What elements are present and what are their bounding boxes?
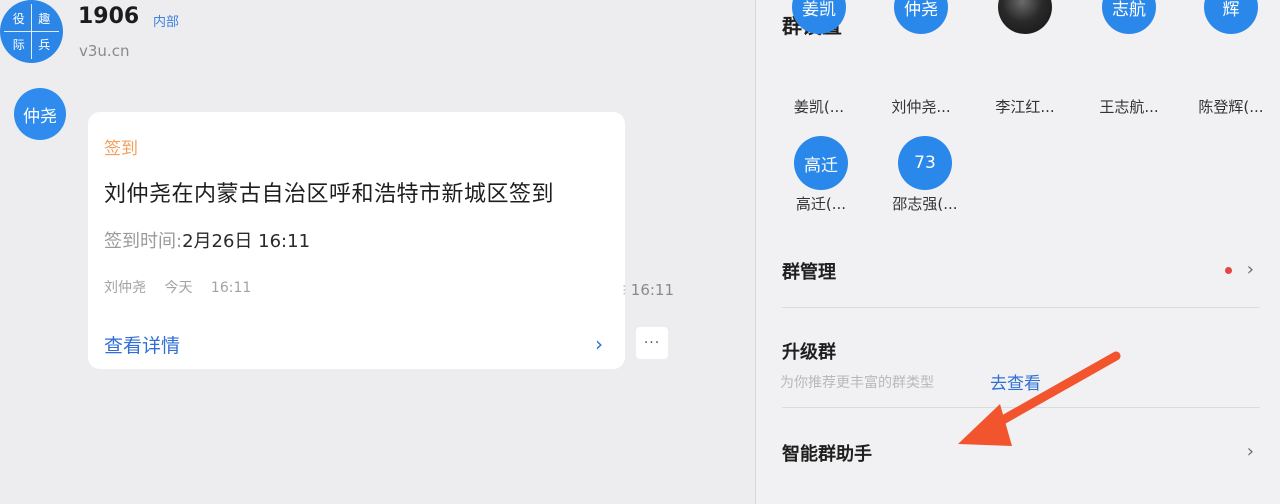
card-meta-day: 今天	[164, 280, 193, 296]
sender-avatar[interactable]: 仲尧	[14, 88, 66, 140]
read-indicator-icon: ⁝	[622, 281, 627, 299]
member-item[interactable]: 志航 王志航...	[1086, 0, 1170, 116]
chat-area: 役 趣 际 兵 1906 内部 v3u.cn 仲尧 签到 刘仲尧在内蒙古自治区呼…	[0, 0, 755, 504]
group-avatar-char: 兵	[38, 37, 51, 52]
checkin-time-value: 2月26日 16:11	[182, 231, 311, 252]
member-name: 邵志强(...	[892, 195, 958, 213]
card-tag: 签到	[104, 139, 138, 159]
member-avatar: 高迁	[794, 136, 848, 190]
card-meta-time: 16:11	[210, 280, 252, 296]
group-avatar-char: 际	[12, 37, 25, 52]
group-management-row[interactable]: 群管理 ›	[782, 258, 1260, 308]
member-name: 李江红...	[995, 98, 1055, 116]
member-item[interactable]: 高迁 高迁(...	[778, 0, 862, 213]
upgrade-group-row[interactable]: 升级群 为你推荐更丰富的群类型 去查看	[780, 338, 1260, 408]
member-avatar: 志航	[1102, 0, 1156, 34]
notification-dot-icon	[1225, 267, 1232, 274]
chevron-right-icon: ›	[1246, 441, 1254, 462]
smart-assistant-label: 智能群助手	[782, 444, 872, 465]
message-time: ⁝ 16:11	[622, 281, 674, 299]
view-details-link[interactable]: 查看详情	[104, 331, 180, 358]
member-item[interactable]: 73 邵志强(...	[882, 0, 966, 213]
chevron-right-icon: ›	[1246, 259, 1254, 280]
checkin-card[interactable]: 签到 刘仲尧在内蒙古自治区呼和浩特市新城区签到 签到时间:2月26日 16:11…	[88, 112, 625, 369]
checkin-time-label: 签到时间:	[104, 231, 183, 252]
group-management-label: 群管理	[782, 262, 836, 283]
member-avatar: 辉	[1204, 0, 1258, 34]
more-options-button[interactable]: ···	[636, 327, 668, 359]
member-item[interactable]: 李江红...	[982, 0, 1066, 116]
member-name: 王志航...	[1099, 98, 1159, 116]
card-title: 刘仲尧在内蒙古自治区呼和浩特市新城区签到	[104, 182, 555, 207]
upgrade-group-description: 为你推荐更丰富的群类型	[780, 375, 934, 391]
group-avatar-char: 趣	[38, 12, 51, 27]
member-avatar: 73	[898, 136, 952, 190]
group-avatar[interactable]: 役 趣 际 兵	[0, 0, 63, 63]
message-time-text: 16:11	[630, 281, 675, 299]
group-name: 1906	[78, 4, 140, 29]
member-name: 姜凯(...	[793, 98, 845, 116]
smart-assistant-row[interactable]: 智能群助手 ›	[782, 440, 1260, 480]
member-name: 陈登辉(...	[1198, 98, 1264, 116]
group-avatar-char: 役	[12, 12, 25, 27]
chevron-right-icon[interactable]: ›	[595, 332, 603, 356]
card-meta-sender: 刘仲尧	[104, 280, 146, 296]
view-upgrade-link[interactable]: 去查看	[990, 369, 1041, 394]
group-tag-badge: 内部	[153, 15, 180, 30]
member-item[interactable]: 辉 陈登辉(...	[1188, 0, 1272, 116]
upgrade-group-label: 升级群	[782, 342, 836, 363]
checkin-time-row: 签到时间:2月26日 16:11	[104, 227, 310, 253]
avatar-divider	[31, 4, 32, 59]
group-subtitle: v3u.cn	[79, 42, 130, 60]
group-settings-panel: 群设置 姜凯 姜凯(... 仲尧 刘仲尧... 李江红... 志航 王志航...…	[756, 0, 1280, 504]
member-avatar-photo	[998, 0, 1052, 34]
member-name: 高迁(...	[795, 195, 847, 213]
member-name: 刘仲尧...	[891, 98, 951, 116]
card-meta: 刘仲尧 今天 16:11	[104, 277, 251, 297]
